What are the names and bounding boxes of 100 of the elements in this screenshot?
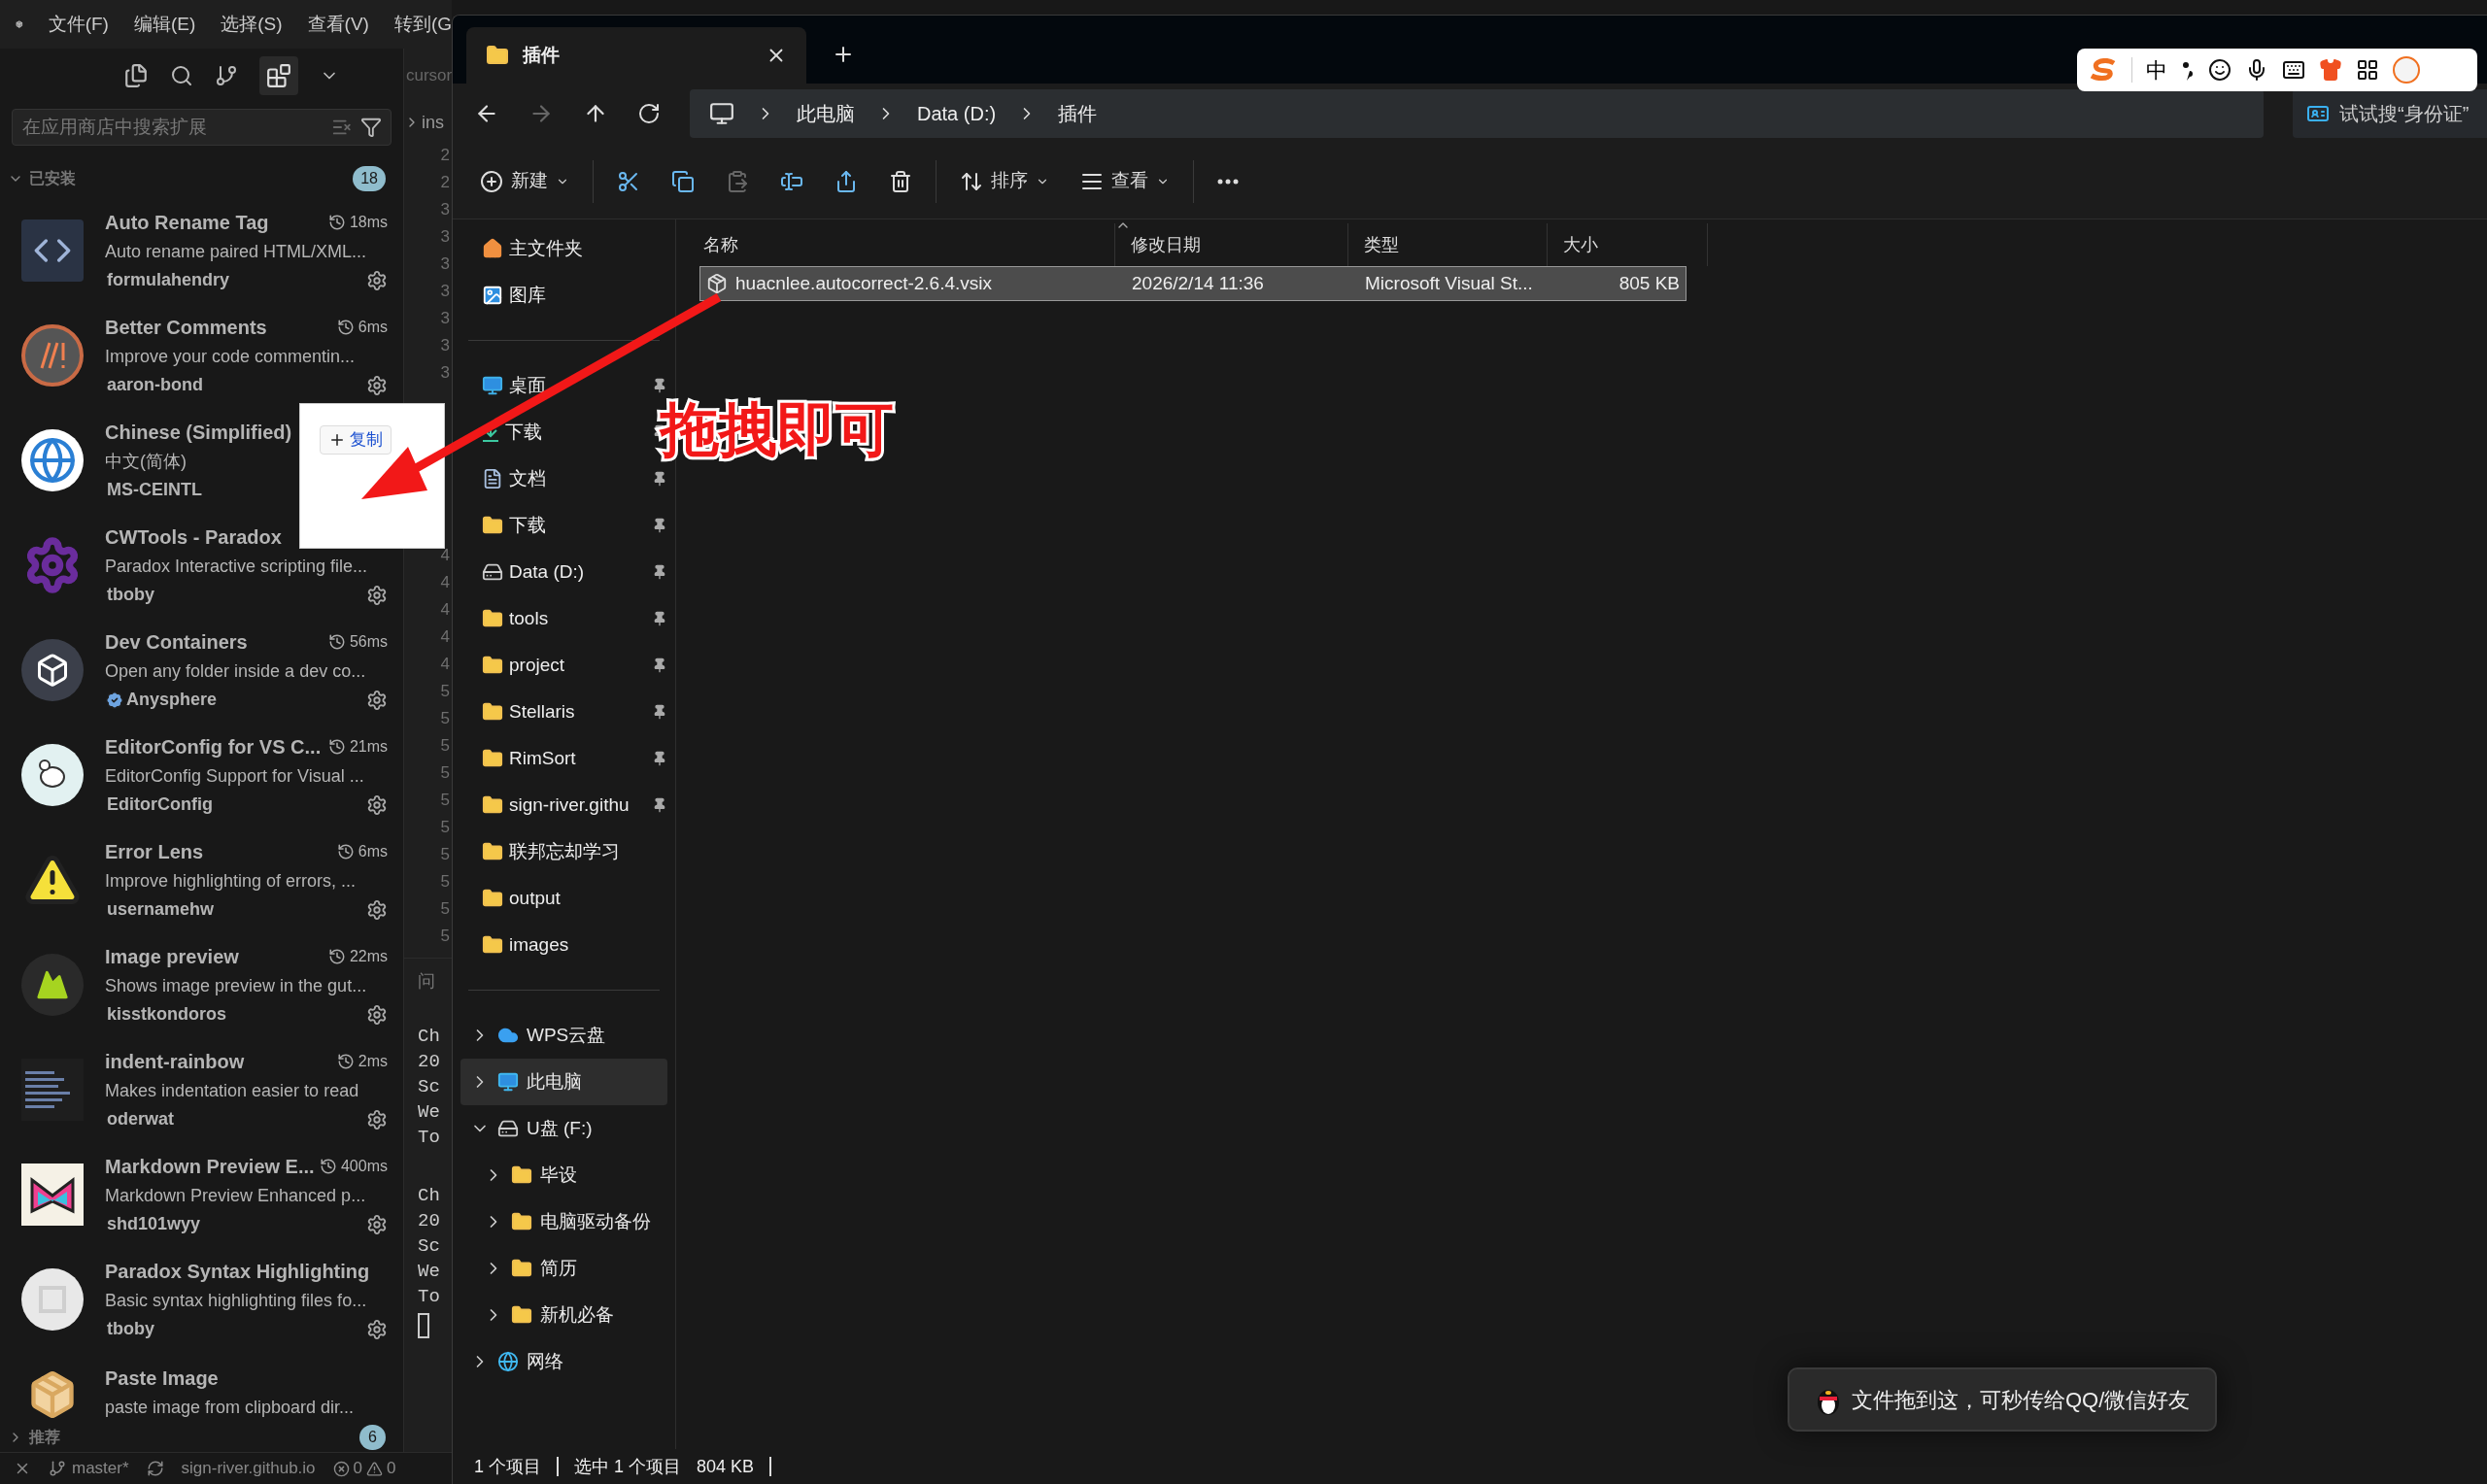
branch-icon (49, 1460, 66, 1477)
sort-button[interactable]: 排序 (944, 157, 1065, 205)
nav-item[interactable]: 主文件夹 (453, 225, 675, 272)
extension-description: Improve highlighting of errors, ... (105, 870, 357, 893)
settings-icon[interactable] (366, 1213, 388, 1235)
extension-name[interactable]: Dev Containers (105, 627, 248, 657)
nav-tree-item[interactable]: 简历 (460, 1245, 667, 1292)
publisher-name: tboby (107, 1318, 154, 1340)
copy-button[interactable]: 复制 (320, 425, 392, 455)
settings-icon[interactable] (366, 584, 388, 606)
nav-label: 新机必备 (540, 1302, 614, 1327)
nav-tree-item[interactable]: 电脑驱动备份 (460, 1198, 667, 1245)
settings-icon[interactable] (366, 793, 388, 816)
settings-icon[interactable] (366, 689, 388, 711)
nav-tree-item[interactable]: 新机必备 (460, 1292, 667, 1338)
explorer-icon[interactable] (122, 63, 149, 88)
extension-name[interactable]: Paste Image (105, 1364, 219, 1393)
computer-icon (497, 1071, 519, 1093)
keyboard-icon[interactable] (2282, 58, 2305, 82)
extension-name[interactable]: EditorConfig for VS C... (105, 732, 322, 761)
new-button[interactable]: 新建 (464, 157, 585, 205)
nav-item[interactable]: 下载 (453, 502, 675, 549)
extension-name[interactable]: indent-rainbow (105, 1047, 245, 1076)
breadcrumb-item[interactable]: Data (D:) (917, 99, 997, 128)
publisher-name: aaron-bond (107, 374, 203, 396)
warning-count[interactable]: 0 (387, 1456, 396, 1481)
settings-icon[interactable] (366, 1003, 388, 1026)
delete-icon (889, 169, 912, 193)
terminal-line: We (418, 1260, 441, 1284)
nav-item[interactable]: project (453, 642, 675, 689)
extension-name[interactable]: Error Lens (105, 837, 204, 866)
extension-name[interactable]: Chinese (Simplified) (105, 418, 292, 447)
menu-item[interactable]: 查看(V) (307, 10, 369, 39)
settings-icon[interactable] (366, 269, 388, 291)
extension-name[interactable]: CWTools - Paradox (105, 523, 282, 552)
terminal-line: Ch (418, 1184, 441, 1208)
menu-item[interactable]: 编辑(E) (133, 10, 196, 39)
nav-item[interactable]: sign-river.githu (453, 782, 675, 828)
nav-tree-item[interactable]: U盘 (F:) (460, 1105, 667, 1152)
nav-item[interactable]: Data (D:) (453, 549, 675, 595)
nav-item[interactable]: images (453, 922, 675, 968)
skin-icon[interactable] (2319, 58, 2342, 82)
section-header[interactable]: 已安装 (29, 167, 76, 190)
nav-item[interactable]: 联邦忘却学习 (453, 828, 675, 875)
breadcrumb-item[interactable]: 插件 (1058, 99, 1098, 128)
nav-item[interactable]: output (453, 875, 675, 922)
sync-icon[interactable] (146, 1460, 164, 1477)
nav-tree-item[interactable]: 此电脑 (460, 1059, 667, 1105)
warning-icon (366, 1460, 383, 1477)
menu-item[interactable]: 转到(G (393, 10, 452, 39)
file-row[interactable]: huacnlee.autocorrect-2.6.4.vsix 2026/2/14 11:36 Microsoft Visual St... 805 KB (699, 266, 1686, 301)
menu-item[interactable]: 文件(F) (48, 10, 109, 39)
nav-item[interactable]: Stellaris (453, 689, 675, 735)
history-icon (327, 633, 346, 651)
extension-name[interactable]: Paradox Syntax Highlighting (105, 1257, 370, 1286)
grid-icon[interactable] (2356, 58, 2379, 82)
nav-item[interactable]: tools (453, 595, 675, 642)
input-mode[interactable]: 中 (2146, 53, 2167, 86)
settings-icon[interactable] (366, 374, 388, 396)
folder-icon (482, 608, 503, 629)
ime-logo-icon[interactable] (2089, 58, 2118, 82)
extensions-icon[interactable] (265, 63, 291, 88)
nav-tree-item[interactable]: 网络 (460, 1338, 667, 1385)
extension-name[interactable]: Auto Rename Tag (105, 208, 269, 237)
line-number: 4 (440, 545, 450, 566)
view-button[interactable]: 查看 (1065, 157, 1185, 205)
breadcrumb[interactable]: ins (422, 109, 444, 136)
panel-tab[interactable]: 问 (418, 971, 435, 991)
nav-item[interactable]: RimSort (453, 735, 675, 782)
settings-icon[interactable] (366, 1318, 388, 1340)
nav-tree-item[interactable]: 毕设 (460, 1152, 667, 1198)
history-icon (336, 1053, 355, 1070)
nav-tree-item[interactable]: WPS云盘 (460, 1012, 667, 1059)
error-count[interactable]: 0 (353, 1456, 362, 1481)
window-tab[interactable]: 插件 (466, 27, 806, 84)
source-control-icon[interactable] (214, 64, 238, 87)
extension-name[interactable]: Better Comments (105, 313, 267, 342)
refresh-icon[interactable] (637, 102, 661, 125)
nav-item[interactable]: 图库 (453, 272, 675, 319)
search-field[interactable]: 试试搜“身份证” (2293, 89, 2487, 138)
extension-search-field[interactable]: 在应用商店中搜索扩展 (12, 109, 392, 146)
filter-icon[interactable] (360, 117, 382, 138)
folder-icon (482, 655, 503, 676)
search-icon[interactable] (169, 64, 193, 87)
settings-icon[interactable] (366, 1108, 388, 1130)
extension-description: Shows image preview in the gut... (105, 975, 367, 997)
branch-name[interactable]: master* (72, 1456, 129, 1481)
extension-name[interactable]: Markdown Preview E... (105, 1152, 315, 1181)
section-header[interactable]: 推荐 (29, 1426, 60, 1449)
punctuation-icon[interactable] (2181, 59, 2195, 81)
emoji-icon[interactable] (2208, 58, 2231, 82)
menu-item[interactable]: 选择(S) (221, 10, 283, 39)
publisher-name: formulahendry (107, 269, 230, 291)
file-type: Microsoft Visual St... (1364, 271, 1534, 295)
breadcrumb-item[interactable]: 此电脑 (797, 99, 855, 128)
address-bar[interactable]: 此电脑 Data (D:) 插件 (690, 89, 2264, 138)
extension-name[interactable]: Image preview (105, 942, 239, 971)
settings-icon[interactable] (366, 898, 388, 921)
extensions-tab[interactable] (258, 56, 298, 95)
remote-name[interactable]: sign-river.github.io (181, 1456, 316, 1481)
